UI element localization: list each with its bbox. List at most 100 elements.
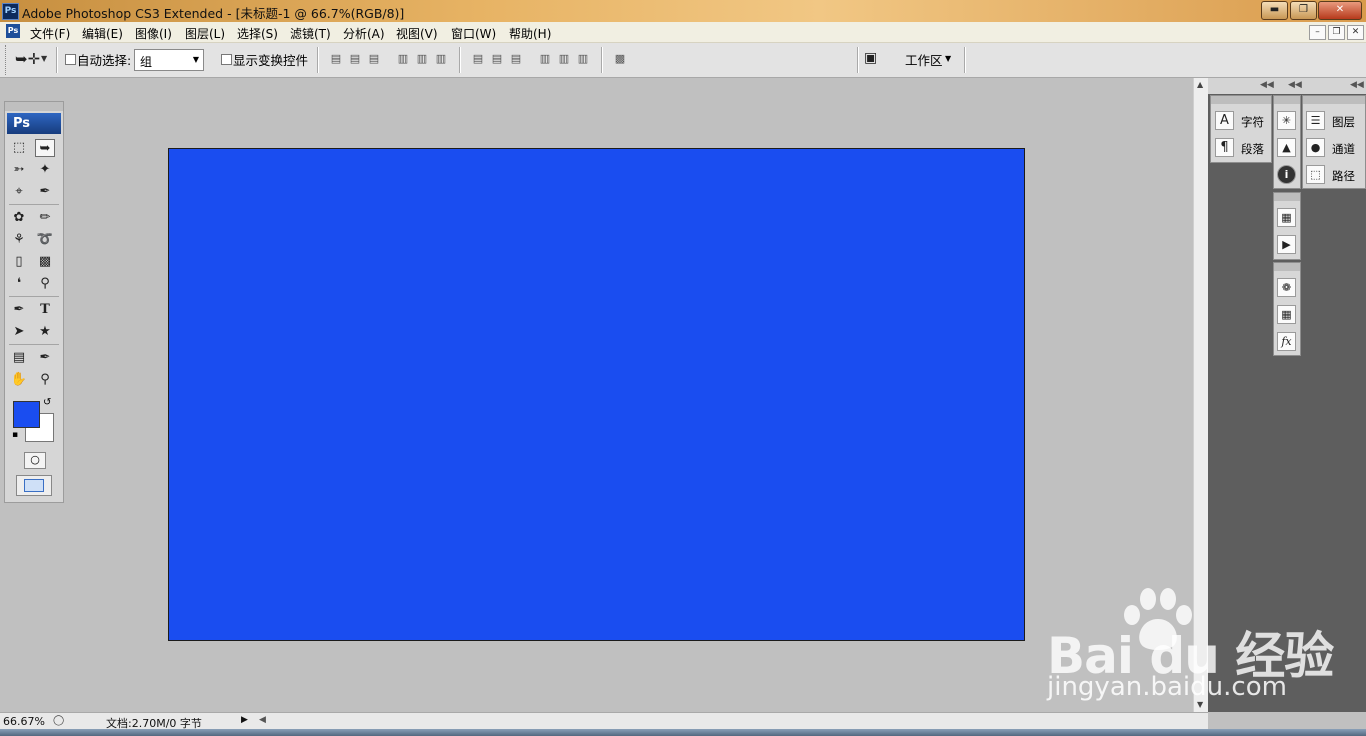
align-hcenter-icon[interactable]: ▥ <box>414 52 430 66</box>
styles-fx-icon[interactable]: fx <box>1277 332 1296 351</box>
collapse-icon[interactable]: ◀◀ <box>1288 80 1302 90</box>
auto-align-layers-icon[interactable]: ▩ <box>612 52 628 66</box>
color-palette-icon[interactable]: ❁ <box>1277 278 1296 297</box>
panel-grip[interactable] <box>1211 96 1271 104</box>
swatches-icon[interactable]: ▦ <box>1277 305 1296 324</box>
zoom-tool-icon[interactable]: ⚲ <box>35 371 55 389</box>
channels-icon[interactable]: ● <box>1306 138 1325 157</box>
history-brush-tool-icon[interactable]: ➰ <box>35 231 55 249</box>
clone-stamp-tool-icon[interactable]: ⚘ <box>9 231 29 249</box>
type-tool-icon[interactable]: T <box>35 301 55 319</box>
distribute-top-icon[interactable]: ▤ <box>470 52 486 66</box>
hand-tool-icon[interactable]: ✋ <box>9 371 29 389</box>
zoom-level[interactable]: 66.67% <box>3 715 45 728</box>
menu-select[interactable]: 选择(S) <box>237 25 278 42</box>
collapse-icon[interactable]: ◀◀ <box>1260 80 1274 90</box>
paths-panel-label[interactable]: 路径 <box>1332 168 1355 184</box>
workspace-label[interactable]: 工作区 <box>905 50 943 69</box>
custom-shape-tool-icon[interactable]: ★ <box>35 323 55 341</box>
dodge-tool-icon[interactable]: ⚲ <box>35 275 55 293</box>
lasso-tool-icon[interactable]: ➳ <box>9 161 29 179</box>
chevron-down-icon[interactable]: ▼ <box>945 54 951 63</box>
navigator-icon[interactable]: ✳ <box>1277 111 1296 130</box>
status-menu-arrow-icon[interactable]: ▶ <box>241 715 248 725</box>
slice-tool-icon[interactable]: ✒ <box>35 183 55 201</box>
align-vcenter-icon[interactable]: ▤ <box>347 52 363 66</box>
scroll-up-icon[interactable]: ▲ <box>1197 80 1203 89</box>
distribute-vcenter-icon[interactable]: ▤ <box>489 52 505 66</box>
path-selection-tool-icon[interactable]: ➤ <box>9 323 29 341</box>
close-button[interactable]: ✕ <box>1318 1 1362 20</box>
windows-taskbar[interactable] <box>0 729 1366 736</box>
align-right-icon[interactable]: ▥ <box>433 52 449 66</box>
align-left-icon[interactable]: ▥ <box>395 52 411 66</box>
character-panel-label[interactable]: 字符 <box>1241 114 1264 130</box>
bridge-camera-icon[interactable]: ▣ <box>864 50 877 66</box>
blur-tool-icon[interactable]: ❛ <box>9 275 29 293</box>
foreground-color-swatch[interactable] <box>13 401 40 428</box>
paragraph-panel-label[interactable]: 段落 <box>1241 141 1264 157</box>
document-menu-icon[interactable]: Ps <box>6 24 20 38</box>
screen-mode-icon[interactable] <box>16 475 52 496</box>
menu-window[interactable]: 窗口(W) <box>451 25 496 42</box>
menu-edit[interactable]: 编辑(E) <box>82 25 123 42</box>
character-icon[interactable]: A <box>1215 111 1234 130</box>
align-bottom-icon[interactable]: ▤ <box>366 52 382 66</box>
auto-select-dropdown[interactable]: 组 ▼ <box>134 49 204 71</box>
menu-view[interactable]: 视图(V) <box>396 25 438 42</box>
toolbox-header[interactable]: Ps <box>7 113 61 134</box>
scroll-left-icon[interactable]: ◀ <box>259 715 266 725</box>
gradient-tool-icon[interactable]: ▩ <box>35 253 55 271</box>
info-icon[interactable]: i <box>1277 165 1296 184</box>
status-info-icon[interactable]: ◯ <box>53 715 64 726</box>
menu-analysis[interactable]: 分析(A) <box>343 25 385 42</box>
move-tool-preset-icon[interactable]: ➥✛ <box>15 50 40 68</box>
doc-restore-button[interactable]: ❐ <box>1328 25 1345 40</box>
crop-tool-icon[interactable]: ⌖ <box>9 183 29 201</box>
maximize-button[interactable]: ❐ <box>1290 1 1317 20</box>
layers-panel-label[interactable]: 图层 <box>1332 114 1355 130</box>
align-top-icon[interactable]: ▤ <box>328 52 344 66</box>
menu-file[interactable]: 文件(F) <box>30 25 70 42</box>
document-canvas[interactable] <box>168 148 1025 641</box>
distribute-left-icon[interactable]: ▥ <box>537 52 553 66</box>
brush-tool-icon[interactable]: ✏ <box>35 209 55 227</box>
actions-icon[interactable]: ▶ <box>1277 235 1296 254</box>
channels-panel-label[interactable]: 通道 <box>1332 141 1355 157</box>
panel-grip[interactable] <box>1274 96 1300 104</box>
distribute-hcenter-icon[interactable]: ▥ <box>556 52 572 66</box>
doc-close-button[interactable]: ✕ <box>1347 25 1364 40</box>
magic-wand-tool-icon[interactable]: ✦ <box>35 161 55 179</box>
minimize-button[interactable]: ▬ <box>1261 1 1288 20</box>
panel-grip[interactable] <box>1274 263 1300 271</box>
layers-icon[interactable]: ☰ <box>1306 111 1325 130</box>
move-tool-icon[interactable]: ➥ <box>35 139 55 157</box>
menu-filter[interactable]: 滤镜(T) <box>290 25 331 42</box>
auto-select-checkbox[interactable] <box>65 54 76 65</box>
distribute-right-icon[interactable]: ▥ <box>575 52 591 66</box>
menu-layer[interactable]: 图层(L) <box>185 25 225 42</box>
eyedropper-tool-icon[interactable]: ✒ <box>35 349 55 367</box>
histogram-icon[interactable]: ▲ <box>1277 138 1296 157</box>
toolbox-grip[interactable] <box>5 102 63 111</box>
paragraph-icon[interactable]: ¶ <box>1215 138 1234 157</box>
default-colors-icon[interactable]: ▪ <box>12 430 18 440</box>
quick-mask-icon[interactable]: ○ <box>24 452 46 469</box>
panel-grip[interactable] <box>1303 96 1365 104</box>
options-grip[interactable] <box>5 45 8 75</box>
eraser-tool-icon[interactable]: ▯ <box>9 253 29 271</box>
marquee-tool-icon[interactable]: ⬚ <box>9 139 29 157</box>
chevron-down-icon[interactable]: ▼ <box>41 54 47 63</box>
menu-image[interactable]: 图像(I) <box>135 25 172 42</box>
panel-grip[interactable] <box>1274 193 1300 201</box>
distribute-bottom-icon[interactable]: ▤ <box>508 52 524 66</box>
paths-icon[interactable]: ⬚ <box>1306 165 1325 184</box>
pen-tool-icon[interactable]: ✒ <box>9 301 29 319</box>
doc-minimize-button[interactable]: – <box>1309 25 1326 40</box>
notes-tool-icon[interactable]: ▤ <box>9 349 29 367</box>
healing-brush-tool-icon[interactable]: ✿ <box>9 209 29 227</box>
collapse-icon[interactable]: ◀◀ <box>1350 80 1364 90</box>
menu-help[interactable]: 帮助(H) <box>509 25 551 42</box>
swap-colors-icon[interactable]: ↺ <box>43 397 51 408</box>
show-transform-checkbox[interactable] <box>221 54 232 65</box>
